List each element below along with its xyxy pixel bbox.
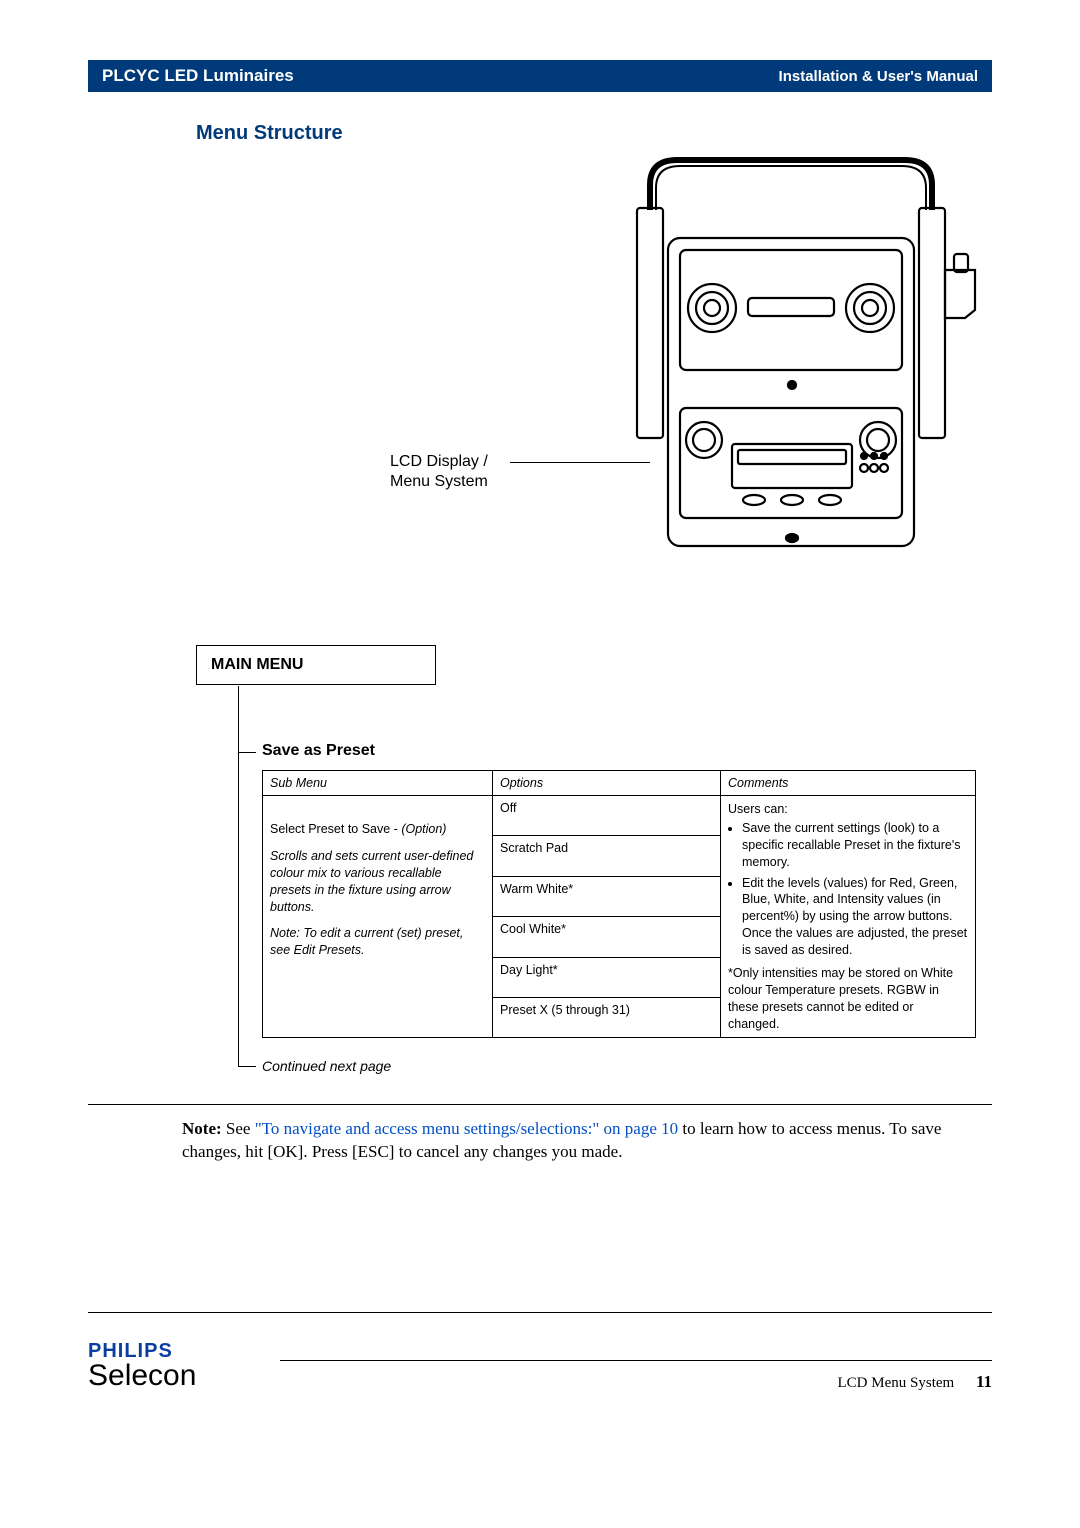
tree-vertical-line xyxy=(238,686,239,1066)
brand-block: PHILIPS Selecon xyxy=(88,1340,196,1391)
comments-bullet: Save the current settings (look) to a sp… xyxy=(742,820,968,871)
option-cell: Warm White* xyxy=(493,876,721,916)
selecon-wordmark: Selecon xyxy=(88,1361,196,1391)
tree-branch-line xyxy=(238,752,256,753)
option-cell: Scratch Pad xyxy=(493,836,721,876)
comments-footnote: *Only intensities may be stored on White… xyxy=(728,965,968,1033)
lcd-label-line2: Menu System xyxy=(390,472,488,492)
comments-bullet: Edit the levels (values) for Red, Green,… xyxy=(742,875,968,959)
option-cell: Off xyxy=(493,796,721,836)
submenu-option-ital: (Option) xyxy=(401,822,446,836)
header-right-title: Installation & User's Manual xyxy=(779,68,978,85)
option-cell: Cool White* xyxy=(493,917,721,957)
document-page: PLCYC LED Luminaires Installation & User… xyxy=(0,0,1080,1528)
comments-cell: Users can: Save the current settings (lo… xyxy=(721,796,976,1038)
submenu-text: Select Preset to Save - xyxy=(270,822,401,836)
continued-next-page: Continued next page xyxy=(262,1058,391,1074)
col-header-comments: Comments xyxy=(721,771,976,796)
comments-intro: Users can: xyxy=(728,801,968,818)
table-row: Select Preset to Save - (Option) Scrolls… xyxy=(263,796,976,836)
submenu-title: Save as Preset xyxy=(262,742,375,760)
footer-right: LCD Menu System 11 xyxy=(838,1372,992,1392)
menu-table: Sub Menu Options Comments Select Preset … xyxy=(262,770,976,1038)
option-cell: Day Light* xyxy=(493,957,721,997)
submenu-desc: Scrolls and sets current user-defined co… xyxy=(270,848,485,916)
note-pre: See xyxy=(222,1119,255,1138)
page-number: 11 xyxy=(976,1372,992,1391)
submenu-note: Note: To edit a current (set) preset, se… xyxy=(270,925,485,959)
col-header-options: Options xyxy=(493,771,721,796)
lcd-label-line1: LCD Display / xyxy=(390,452,488,472)
horizontal-rule xyxy=(88,1104,992,1105)
note-label: Note: xyxy=(182,1119,222,1138)
device-svg xyxy=(602,150,992,580)
header-left-title: PLCYC LED Luminaires xyxy=(102,66,294,86)
table-header-row: Sub Menu Options Comments xyxy=(263,771,976,796)
horizontal-rule xyxy=(88,1312,992,1313)
option-cell: Preset X (5 through 31) xyxy=(493,997,721,1037)
luminaire-illustration xyxy=(602,150,992,580)
footer-section: LCD Menu System xyxy=(838,1375,955,1391)
col-header-submenu: Sub Menu xyxy=(263,771,493,796)
submenu-cell: Select Preset to Save - (Option) Scrolls… xyxy=(263,796,493,1038)
note-block: Note: See "To navigate and access menu s… xyxy=(182,1118,992,1164)
note-link[interactable]: "To navigate and access menu settings/se… xyxy=(255,1119,678,1138)
lcd-label: LCD Display / Menu System xyxy=(390,452,488,492)
tree-branch-line-2 xyxy=(238,1066,256,1067)
footer-rule xyxy=(280,1360,992,1361)
main-menu-box: MAIN MENU xyxy=(196,645,436,685)
page-header-bar: PLCYC LED Luminaires Installation & User… xyxy=(88,60,992,92)
section-title: Menu Structure xyxy=(196,122,343,145)
